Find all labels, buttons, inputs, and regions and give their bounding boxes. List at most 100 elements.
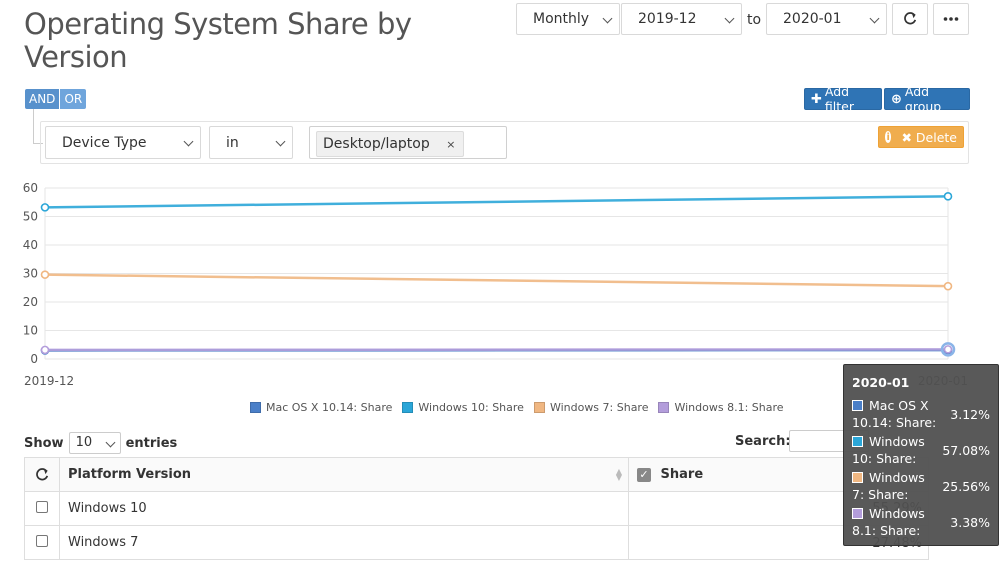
legend-item[interactable]: Mac OS X 10.14: Share bbox=[250, 401, 392, 414]
data-table: Platform Version ▲▼ ✓ Share Windows 10 5… bbox=[24, 457, 929, 560]
more-options-button[interactable] bbox=[933, 3, 969, 35]
tooltip-row-label: Windows 10: Share: bbox=[852, 434, 925, 466]
add-filter-button[interactable]: ✚ Add filter bbox=[804, 84, 882, 114]
legend-item[interactable]: Windows 8.1: Share bbox=[658, 401, 784, 414]
rule-field-value: Device Type bbox=[62, 134, 147, 151]
legend-swatch bbox=[402, 402, 414, 413]
chevron-down-icon bbox=[183, 136, 194, 147]
delete-x-icon: ✖ bbox=[901, 129, 912, 145]
platform-column-label: Platform Version bbox=[68, 467, 191, 482]
chart-legend: Mac OS X 10.14: Share Windows 10: Share Wi… bbox=[250, 401, 784, 414]
delete-rule-button[interactable]: i ✖ Delete bbox=[878, 126, 964, 148]
platform-cell: Windows 10 bbox=[59, 491, 629, 526]
data-point bbox=[943, 345, 953, 354]
value-tag-label: Desktop/laptop bbox=[323, 136, 430, 152]
refresh-column-header[interactable] bbox=[24, 457, 60, 492]
entries-label: entries bbox=[125, 435, 178, 451]
rule-values-input[interactable]: Desktop/laptop × bbox=[309, 126, 507, 159]
tooltip-row-label: Mac OS X 10.14: Share: bbox=[852, 398, 937, 430]
search-label: Search: bbox=[735, 434, 791, 449]
period-select[interactable]: Monthly bbox=[516, 3, 620, 35]
tooltip-swatch bbox=[852, 508, 863, 519]
table-header-row: Platform Version ▲ ▼ ✓ Share bbox=[24, 457, 929, 492]
and-button[interactable]: AND bbox=[25, 89, 60, 109]
condition-toggle: AND OR bbox=[25, 89, 87, 109]
y-tick-label: 30 bbox=[23, 267, 38, 281]
tooltip-row: Mac OS X 10.14: Share: 3.12% bbox=[852, 396, 990, 432]
plus-circle-icon: ⊕ bbox=[891, 91, 902, 107]
data-point bbox=[40, 203, 50, 212]
platform-column-header[interactable]: Platform Version ▲ ▼ bbox=[59, 457, 629, 492]
tooltip-rows: Mac OS X 10.14: Share: 3.12% Windows 10: S… bbox=[852, 396, 990, 540]
tooltip-swatch bbox=[852, 472, 863, 483]
row-checkbox[interactable] bbox=[36, 500, 48, 513]
tooltip-row-value: 3.12% bbox=[950, 406, 990, 422]
data-point bbox=[943, 281, 953, 291]
from-date-value: 2019-12 bbox=[638, 11, 697, 27]
y-tick-label: 60 bbox=[23, 181, 38, 195]
page-title: Operating System Share by Version bbox=[24, 7, 412, 74]
tooltip-row-value: 57.08% bbox=[942, 442, 990, 458]
tooltip-swatch bbox=[852, 400, 863, 411]
legend-swatch bbox=[533, 402, 545, 413]
chevron-down-icon bbox=[724, 13, 735, 24]
entries-value: 10 bbox=[75, 435, 93, 450]
legend-item[interactable]: Windows 10: Share bbox=[402, 401, 524, 414]
legend-swatch bbox=[658, 402, 670, 413]
checkbox-checked-icon[interactable]: ✓ bbox=[637, 468, 651, 482]
share-column-label: Share bbox=[660, 467, 704, 482]
sort-icon: ▲ ▼ bbox=[615, 467, 622, 482]
row-select-cell bbox=[24, 491, 60, 526]
add-group-label: Add group bbox=[904, 84, 942, 114]
tooltip-row-value: 25.56% bbox=[942, 478, 990, 494]
period-select-value: Monthly bbox=[533, 11, 590, 27]
row-checkbox[interactable] bbox=[36, 534, 48, 547]
series-line bbox=[44, 348, 949, 352]
refresh-icon bbox=[904, 12, 917, 25]
legend-label: Windows 10: Share bbox=[418, 401, 524, 414]
rule-operator-select[interactable]: in bbox=[209, 126, 293, 159]
legend-label: Mac OS X 10.14: Share bbox=[266, 401, 393, 414]
tooltip-row-value: 3.38% bbox=[950, 514, 990, 530]
chevron-down-icon bbox=[869, 13, 880, 24]
y-tick-label: 40 bbox=[23, 238, 38, 252]
add-filter-label: Add filter bbox=[824, 84, 854, 114]
tooltip-row: Windows 7: Share: 25.56% bbox=[852, 468, 990, 504]
x-tick-label: 2019-12 bbox=[24, 374, 74, 388]
plus-icon: ✚ bbox=[811, 91, 822, 107]
show-label: Show bbox=[24, 435, 64, 451]
info-icon: i bbox=[885, 131, 892, 143]
remove-tag-icon[interactable]: × bbox=[446, 138, 455, 151]
to-date-value: 2020-01 bbox=[783, 11, 842, 27]
refresh-icon bbox=[36, 467, 49, 480]
y-tick-label: 20 bbox=[23, 295, 38, 309]
tooltip-row: Windows 8.1: Share: 3.38% bbox=[852, 504, 990, 540]
value-tag: Desktop/laptop × bbox=[316, 131, 465, 157]
table-row: Windows 7 27.48% bbox=[24, 525, 929, 560]
delete-label: Delete bbox=[915, 129, 957, 145]
data-point bbox=[943, 192, 953, 201]
to-label: to bbox=[747, 12, 762, 28]
table-row: Windows 10 55.29% bbox=[24, 491, 929, 526]
chevron-down-icon bbox=[275, 136, 286, 147]
chevron-down-icon bbox=[602, 13, 613, 24]
entries-select[interactable]: 10 bbox=[68, 432, 121, 454]
or-button[interactable]: OR bbox=[60, 89, 87, 109]
y-tick-label: 0 bbox=[30, 352, 38, 366]
y-tick-label: 50 bbox=[23, 210, 38, 224]
chevron-down-icon bbox=[105, 437, 116, 448]
row-select-cell bbox=[24, 525, 60, 560]
to-date-select[interactable]: 2020-01 bbox=[766, 3, 887, 35]
from-date-select[interactable]: 2019-12 bbox=[621, 3, 742, 35]
legend-item[interactable]: Windows 7: Share bbox=[533, 401, 649, 414]
data-point bbox=[40, 270, 50, 279]
rule-operator-value: in bbox=[226, 134, 239, 151]
series-line bbox=[44, 273, 949, 288]
legend-swatch bbox=[250, 402, 261, 413]
tooltip-row: Windows 10: Share: 57.08% bbox=[852, 432, 990, 468]
add-group-button[interactable]: ⊕ Add group bbox=[884, 84, 970, 114]
rule-field-select[interactable]: Device Type bbox=[45, 126, 201, 159]
legend-label: Windows 7: Share bbox=[549, 401, 649, 414]
refresh-button[interactable] bbox=[892, 3, 928, 35]
platform-cell: Windows 7 bbox=[59, 525, 629, 560]
